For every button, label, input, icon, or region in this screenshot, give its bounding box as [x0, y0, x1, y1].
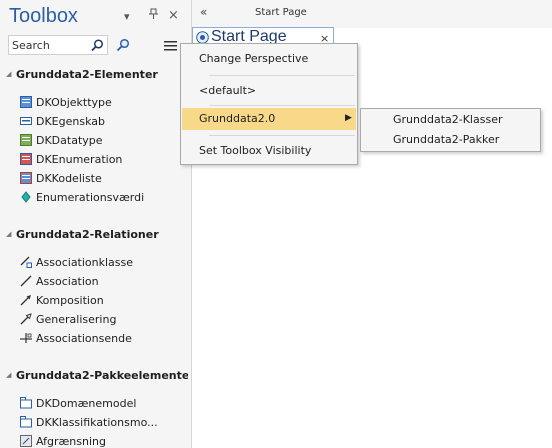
toolbox-item-label: DKEgenskab: [36, 115, 105, 128]
toolbox-group-header[interactable]: ◢ Grunddata2-Pakkeelemente: [0, 367, 190, 385]
toolbox-group-header[interactable]: ◢ Grunddata2-Relationer: [0, 226, 190, 244]
datatype-icon: [20, 134, 32, 146]
menu-item-label: Grunddata2-Pakker: [393, 133, 500, 146]
toolbox-dropdown-icon[interactable]: ▾: [124, 10, 130, 23]
toolbox-close-icon[interactable]: ×: [168, 8, 179, 23]
association-icon: [20, 275, 32, 287]
hamburger-menu-icon[interactable]: [164, 40, 177, 51]
attribute-icon: [20, 117, 32, 125]
search-placeholder: Search: [12, 39, 50, 52]
toolbox-item[interactable]: DKDatatype: [0, 131, 190, 150]
submenu-item-klasser[interactable]: Grunddata2-Klasser: [362, 110, 539, 130]
menu-item-label: <default>: [199, 84, 257, 97]
class-icon: [20, 96, 32, 108]
toolbox-group-header[interactable]: ◢ Grunddata2-Elementer: [0, 66, 190, 84]
codelist-icon: [20, 172, 32, 184]
group-label: Grunddata2-Pakkeelemente: [16, 369, 188, 382]
menu-item-label: Change Perspective: [199, 52, 309, 65]
toolbox-item-label: Associationklasse: [36, 256, 134, 269]
toolbox-item[interactable]: Afgrænsning: [0, 432, 190, 448]
enumeration-icon: [20, 153, 32, 165]
toolbox-item[interactable]: DKObjekttype: [0, 93, 190, 112]
toolbox-item-label: Komposition: [36, 294, 104, 307]
collapse-triangle-icon[interactable]: ◢: [6, 230, 11, 238]
toolbox-item[interactable]: Associationsende: [0, 329, 190, 348]
association-end-icon: [20, 333, 32, 343]
pin-icon[interactable]: [149, 8, 158, 23]
search-icon[interactable]: [91, 39, 104, 52]
toolbox-search-input[interactable]: Search: [8, 35, 108, 55]
toolbox-item-label: Association: [36, 275, 99, 288]
toolbox-item[interactable]: DKDomænemodel: [0, 394, 190, 413]
toolbox-item-label: DKDatatype: [36, 134, 103, 147]
menu-item-set-toolbox-visibility[interactable]: Set Toolbox Visibility: [182, 140, 356, 162]
toolbox-item[interactable]: Enumerationsværdi: [0, 188, 190, 207]
menu-item-default[interactable]: <default>: [182, 80, 356, 102]
grunddata2-submenu: Grunddata2-Klasser Grunddata2-Pakker: [360, 108, 541, 152]
package-icon: [20, 416, 32, 428]
menu-item-change-perspective[interactable]: Change Perspective: [182, 48, 356, 70]
toolbox-item-label: DKDomænemodel: [36, 397, 137, 410]
enum-value-icon: [21, 191, 31, 203]
group-label: Grunddata2-Elementer: [16, 68, 158, 81]
toolbox-item-label: Enumerationsværdi: [36, 191, 145, 204]
toolbox-item-label: Afgrænsning: [36, 435, 106, 448]
toolbox-item-label: DKKodeliste: [36, 172, 102, 185]
menu-separator: [209, 135, 355, 136]
toolbox-item-label: Generalisering: [36, 313, 117, 326]
submenu-arrow-icon: ▶: [345, 113, 352, 123]
collapse-triangle-icon[interactable]: ◢: [6, 371, 11, 379]
boundary-icon: [20, 435, 32, 447]
generalization-icon: [20, 313, 32, 325]
toolbox-item[interactable]: Generalisering: [0, 310, 190, 329]
toolbox-item[interactable]: Associationklasse: [0, 253, 190, 272]
toolbox-item-label: DKEnumeration: [36, 153, 123, 166]
start-page-label[interactable]: Start Page: [255, 7, 307, 18]
toolbox-options-menu: Change Perspective <default> Grunddata2.…: [180, 43, 358, 165]
toolbox-item[interactable]: DKKodeliste: [0, 169, 190, 188]
group-label: Grunddata2-Relationer: [16, 228, 159, 241]
menu-separator: [209, 105, 355, 106]
toolbox-item[interactable]: Komposition: [0, 291, 190, 310]
package-icon: [20, 397, 32, 409]
collapse-panel-icon[interactable]: «: [200, 5, 207, 19]
toolbox-item[interactable]: DKEgenskab: [0, 112, 190, 131]
toolbox-item-label: Associationsende: [36, 332, 132, 345]
collapse-triangle-icon[interactable]: ◢: [6, 70, 11, 78]
composition-icon: [20, 295, 31, 306]
menu-separator: [209, 75, 355, 76]
toolbox-item-label: DKKlassifikationsmo...: [36, 416, 158, 429]
menu-item-label: Grunddata2.0: [199, 112, 276, 125]
toolbox-item[interactable]: Association: [0, 272, 190, 291]
toolbox-panel: Toolbox ▾ × Search ◢ Grunddata2-Elemente…: [0, 0, 192, 448]
menu-item-label: Set Toolbox Visibility: [199, 144, 312, 157]
submenu-item-pakker[interactable]: Grunddata2-Pakker: [362, 130, 539, 150]
toolbox-item[interactable]: DKEnumeration: [0, 150, 190, 169]
toolbox-item-label: DKObjekttype: [36, 96, 112, 109]
find-in-toolbox-icon[interactable]: [116, 38, 130, 52]
menu-item-label: Grunddata2-Klasser: [393, 113, 503, 126]
association-class-icon: [20, 256, 32, 268]
toolbox-item[interactable]: DKKlassifikationsmo...: [0, 413, 190, 432]
toolbox-title: Toolbox: [9, 5, 78, 27]
menu-item-grunddata2[interactable]: Grunddata2.0 ▶: [182, 108, 356, 130]
document-tab-bar: « Start Page: [192, 0, 552, 28]
